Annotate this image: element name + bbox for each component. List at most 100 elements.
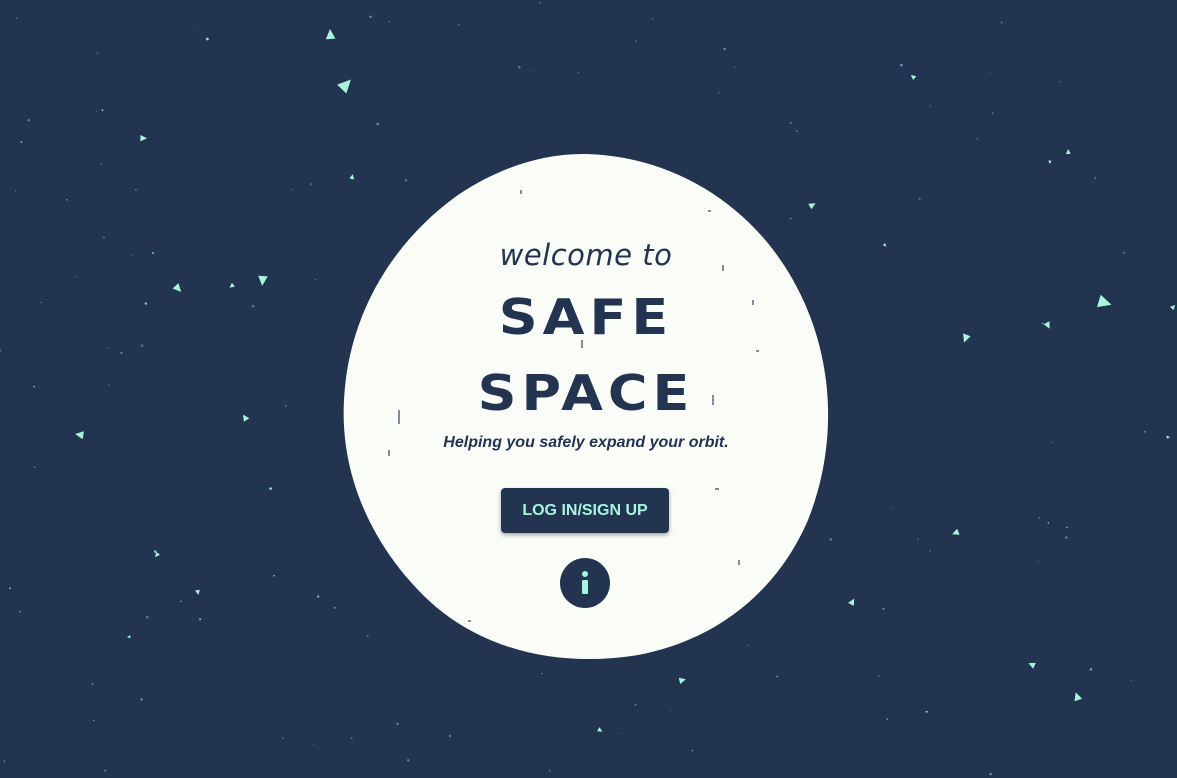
star-speck <box>917 538 919 540</box>
star-speck <box>96 52 99 54</box>
star-shard <box>1048 160 1052 164</box>
star-speck <box>733 66 736 69</box>
star-shard <box>848 598 855 606</box>
star-speck <box>197 28 200 30</box>
star-speck <box>1094 177 1097 179</box>
star-speck <box>313 743 315 745</box>
star-speck <box>989 72 991 74</box>
star-speck <box>74 275 77 278</box>
star-speck <box>976 137 979 140</box>
star-speck <box>316 595 320 598</box>
star-shard <box>258 275 268 286</box>
star-speck <box>1058 80 1061 83</box>
star-speck <box>1051 441 1053 443</box>
app-title-line-2: SPACE <box>477 365 695 422</box>
star-speck <box>95 111 97 113</box>
star-speck <box>718 91 720 94</box>
star-speck <box>179 600 182 603</box>
star-speck <box>15 190 17 192</box>
star-shard <box>1074 692 1083 702</box>
star-shard <box>172 283 182 292</box>
star-shard <box>242 414 250 422</box>
star-speck <box>529 69 531 71</box>
star-speck <box>900 63 903 67</box>
star-speck <box>282 737 284 739</box>
star-speck <box>882 607 885 610</box>
star-speck <box>1000 21 1003 24</box>
star-speck <box>101 109 104 111</box>
star-speck <box>92 719 95 722</box>
star-speck <box>27 119 30 122</box>
star-speck <box>333 606 336 609</box>
star-speck <box>1065 526 1068 529</box>
star-speck <box>892 507 894 509</box>
star-speck <box>8 587 11 590</box>
star-speck <box>369 15 372 19</box>
star-speck <box>789 121 792 124</box>
star-speck <box>651 17 654 20</box>
welcome-text: welcome to <box>499 238 673 272</box>
star-speck <box>925 710 928 713</box>
app-title-line-1: SAFE <box>498 289 674 346</box>
info-icon <box>582 571 588 594</box>
star-speck <box>199 618 202 621</box>
star-speck <box>16 17 18 19</box>
star-shard <box>910 74 917 80</box>
star-speck <box>388 20 390 22</box>
star-shard <box>1065 149 1071 155</box>
star-speck <box>518 65 521 69</box>
star-speck <box>135 188 137 191</box>
star-speck <box>577 71 579 73</box>
star-speck <box>635 39 637 42</box>
star-speck <box>33 466 36 468</box>
star-speck <box>1089 668 1093 671</box>
star-shard <box>952 528 960 535</box>
star-shard <box>229 282 235 288</box>
star-speck <box>252 305 255 308</box>
star-shard <box>337 79 351 94</box>
star-shard <box>1166 435 1170 439</box>
star-speck <box>314 279 316 281</box>
star-speck <box>1065 536 1068 539</box>
star-shard <box>1170 305 1176 311</box>
star-speck <box>103 236 105 239</box>
star-speck <box>108 384 110 386</box>
star-shard <box>1097 294 1112 308</box>
star-speck <box>1038 516 1041 520</box>
star-speck <box>929 549 931 552</box>
star-speck <box>3 760 6 763</box>
star-speck <box>886 718 889 721</box>
star-speck <box>33 385 35 388</box>
star-speck <box>132 254 134 256</box>
star-speck <box>991 112 994 115</box>
star-shard <box>1043 321 1050 329</box>
login-signup-button[interactable]: LOG IN/SIGN UP <box>501 488 669 533</box>
star-speck <box>670 710 672 712</box>
star-speck <box>140 698 143 701</box>
star-speck <box>541 672 543 675</box>
star-shard <box>597 727 603 732</box>
star-speck <box>269 487 272 490</box>
star-speck <box>989 772 992 776</box>
star-speck <box>152 252 154 255</box>
star-speck <box>448 734 452 738</box>
star-speck <box>634 703 637 706</box>
star-shard <box>678 677 686 684</box>
hero: welcome to SAFE SPACE Helping you safely… <box>338 150 834 662</box>
star-speck <box>100 163 103 165</box>
star-shard <box>325 29 336 40</box>
info-button[interactable] <box>560 558 610 608</box>
star-speck <box>140 344 144 347</box>
star-speck <box>145 615 149 619</box>
star-shard <box>140 135 147 142</box>
star-speck <box>91 682 94 685</box>
star-speck <box>406 759 410 762</box>
star-speck <box>206 37 209 41</box>
star-speck <box>284 405 287 408</box>
star-speck <box>1047 521 1050 524</box>
star-shard <box>195 589 200 595</box>
star-speck <box>918 197 921 200</box>
star-speck <box>396 722 399 725</box>
star-shard <box>75 431 84 440</box>
star-speck <box>376 122 380 126</box>
